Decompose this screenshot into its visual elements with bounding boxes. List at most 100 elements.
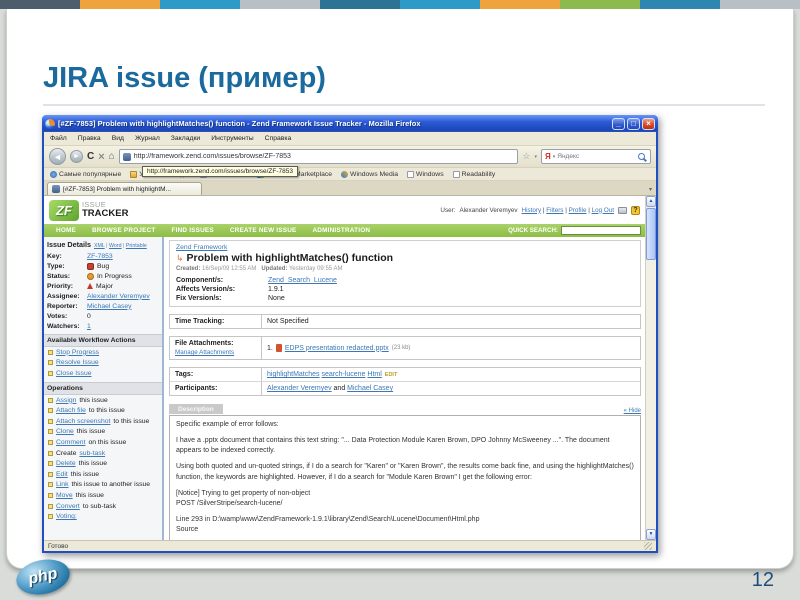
operation-item[interactable]: Attach file to this issue: [44, 405, 162, 416]
tag-link[interactable]: Html: [367, 371, 381, 378]
operation-item[interactable]: Comment on this issue: [44, 437, 162, 448]
issue-field-row: Fix Version/s:None: [176, 293, 634, 302]
search-magnifier-icon[interactable]: [638, 153, 645, 160]
menu-item[interactable]: Вид: [112, 135, 124, 142]
attachment-link[interactable]: EDPS presentation redacted.pptx: [285, 345, 389, 352]
time-tracking-label: Time Tracking:: [170, 315, 262, 328]
field-value[interactable]: Alexander Veremyev: [87, 293, 150, 300]
zend-framework-logo[interactable]: ZF: [49, 200, 79, 221]
browser-tab[interactable]: [#ZF-7853] Problem with highlightM...: [47, 182, 202, 195]
operation-item[interactable]: Move this issue: [44, 490, 162, 501]
project-link[interactable]: Zend Framework: [176, 244, 227, 251]
tags-participants-box: Tags: highlightMatches search-lucene Htm…: [169, 367, 641, 396]
bookmark-star-icon[interactable]: ☆: [522, 151, 530, 162]
operation-item[interactable]: Assign this issue: [44, 395, 162, 406]
issue-field-row: Component/s:Zend_Search_Lucene: [176, 275, 634, 284]
menu-item[interactable]: Инструменты: [211, 135, 253, 142]
manage-attachments-link[interactable]: Manage Attachments: [175, 349, 256, 356]
bookmark-item[interactable]: Readability: [453, 171, 496, 178]
workflow-action[interactable]: Resolve Issue: [44, 358, 162, 369]
hide-link[interactable]: « Hide: [624, 408, 641, 414]
menu-item[interactable]: Справка: [265, 135, 292, 142]
menu-item[interactable]: Закладки: [171, 135, 200, 142]
field-label: Status:: [47, 273, 84, 280]
bookmark-dropdown-icon[interactable]: ▾: [534, 154, 537, 160]
search-box[interactable]: Я ▾: [541, 149, 651, 164]
workflow-action[interactable]: Close Issue: [44, 368, 162, 379]
attachment-size: (23 kb): [392, 345, 411, 351]
field-label: Component/s:: [176, 277, 268, 284]
user-link[interactable]: Log Out: [592, 207, 614, 214]
minimize-button[interactable]: _: [612, 118, 625, 130]
nav-item[interactable]: CREATE NEW ISSUE: [222, 227, 305, 234]
url-input[interactable]: [134, 153, 515, 160]
tag-link[interactable]: highlightMatches: [267, 371, 320, 378]
operation-item[interactable]: Link this issue to another issue: [44, 480, 162, 491]
tag-link[interactable]: search-lucene: [321, 371, 365, 378]
workflow-action[interactable]: Stop Progress: [44, 347, 162, 358]
menu-item[interactable]: Журнал: [135, 135, 160, 142]
action-bullet-icon: [48, 514, 53, 519]
url-bar[interactable]: [119, 149, 519, 164]
operation-item[interactable]: Voting:: [44, 511, 162, 522]
bookmark-item[interactable]: Самые популярные: [50, 171, 121, 178]
menu-item[interactable]: Файл: [50, 135, 67, 142]
help-icon[interactable]: ?: [631, 206, 640, 215]
scroll-down-icon[interactable]: ▼: [646, 529, 656, 540]
field-label: Priority:: [47, 283, 84, 290]
attachment-index: 1.: [267, 345, 273, 352]
scrollbar-thumb[interactable]: [646, 208, 656, 260]
home-icon[interactable]: ⌂: [109, 151, 115, 162]
menu-item[interactable]: Правка: [78, 135, 101, 142]
user-link[interactable]: History: [522, 207, 542, 214]
nav-item[interactable]: BROWSE PROJECT: [84, 227, 164, 234]
stop-icon[interactable]: ×: [98, 151, 104, 163]
field-value[interactable]: Michael Casey: [87, 303, 132, 310]
participant-link[interactable]: Michael Casey: [347, 385, 393, 392]
field-value[interactable]: Zend_Search_Lucene: [268, 277, 337, 284]
yandex-icon[interactable]: Я: [545, 152, 551, 161]
maximize-button[interactable]: □: [627, 118, 640, 130]
operation-item[interactable]: Convert to sub-task: [44, 501, 162, 512]
bookmark-item[interactable]: Windows: [407, 171, 444, 178]
export-link[interactable]: Printable: [126, 243, 147, 249]
operation-item[interactable]: Delete this issue: [44, 458, 162, 469]
top-bar-segment: [640, 0, 720, 9]
scroll-up-icon[interactable]: ▲: [646, 196, 656, 207]
operation-item[interactable]: Attach screenshot to this issue: [44, 416, 162, 427]
forward-button[interactable]: ►: [70, 150, 83, 163]
operation-item[interactable]: Edit this issue: [44, 469, 162, 480]
user-link[interactable]: Filters: [546, 207, 563, 214]
nav-item[interactable]: ADMINISTRATION: [304, 227, 378, 234]
bookmark-item[interactable]: Windows Media: [341, 171, 398, 178]
quick-search-input[interactable]: [561, 226, 641, 235]
issue-field-row: Affects Version/s:1.9.1: [176, 284, 634, 293]
participant-link[interactable]: Alexander Veremyev: [267, 385, 332, 392]
reload-icon[interactable]: C: [87, 151, 94, 162]
nav-item[interactable]: FIND ISSUES: [164, 227, 222, 234]
export-link[interactable]: Word: [109, 243, 122, 249]
operation-item[interactable]: Create sub-task: [44, 448, 162, 459]
field-label: Reporter:: [47, 303, 84, 310]
top-color-bar: [0, 0, 800, 9]
field-value[interactable]: ZF-7853: [87, 253, 113, 260]
back-button[interactable]: ◄: [49, 148, 66, 165]
window-title-bar[interactable]: [#ZF-7853] Problem with highlightMatches…: [42, 115, 658, 132]
window-title: [#ZF-7853] Problem with highlightMatches…: [58, 119, 609, 128]
field-value[interactable]: 1: [87, 323, 91, 330]
tags-edit-link[interactable]: EDIT: [385, 372, 398, 378]
top-bar-segment: [240, 0, 320, 9]
list-all-tabs-icon[interactable]: ▾: [649, 186, 652, 193]
printer-icon[interactable]: [618, 207, 627, 214]
operation-item[interactable]: Clone this issue: [44, 427, 162, 438]
nav-item[interactable]: HOME: [48, 227, 84, 234]
page-number: 12: [752, 569, 774, 592]
close-button[interactable]: ×: [642, 118, 655, 130]
export-link[interactable]: XML: [94, 243, 105, 249]
user-link[interactable]: Profile: [569, 207, 587, 214]
search-input[interactable]: [557, 153, 636, 160]
vertical-scrollbar[interactable]: ▲ ▼: [645, 196, 656, 540]
window-buttons: _ □ ×: [612, 118, 655, 130]
resize-grip[interactable]: [644, 542, 652, 550]
search-engine-dropdown-icon[interactable]: ▾: [553, 154, 556, 160]
